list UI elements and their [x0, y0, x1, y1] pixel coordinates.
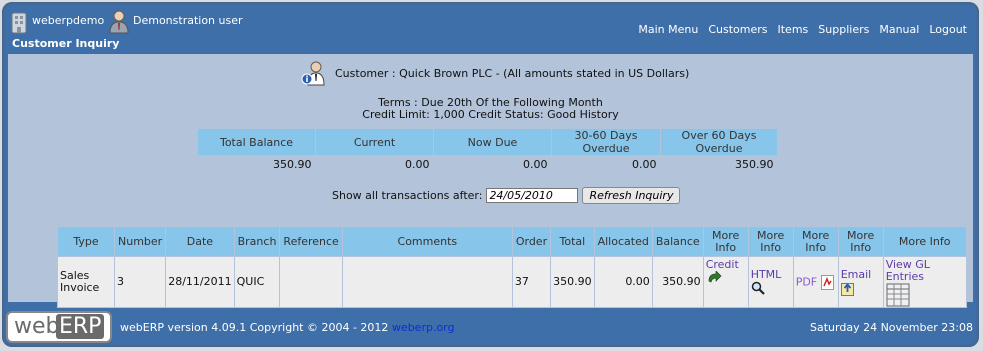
view-gl-entries-link[interactable]: View GL Entries	[886, 258, 930, 283]
col-header: Comments	[341, 226, 513, 257]
col-header: Allocated	[593, 226, 653, 257]
credit-link[interactable]: Credit	[706, 258, 739, 271]
main-content: Customer : Quick Brown PLC - (All amount…	[8, 54, 973, 308]
credit-arrow-icon	[708, 271, 722, 283]
nav-suppliers[interactable]: Suppliers	[818, 23, 869, 36]
cell-allocated: 0.00	[593, 256, 653, 308]
summary-header: Current	[315, 128, 434, 156]
col-header: Balance	[651, 226, 704, 257]
summary-value: 0.00	[632, 157, 657, 171]
email-icon	[840, 282, 854, 296]
current-datetime: Saturday 24 November 23:08	[810, 321, 973, 334]
cell-number: 3	[113, 256, 167, 308]
filter-label: Show all transactions after:	[332, 189, 483, 202]
nav-items[interactable]: Items	[778, 23, 809, 36]
col-header: More Info	[837, 226, 884, 257]
transactions-table: Type Number Date Branch Reference Commen…	[57, 226, 967, 308]
date-after-input[interactable]	[486, 188, 579, 203]
nav-manual[interactable]: Manual	[879, 23, 919, 36]
refresh-inquiry-button[interactable]: Refresh Inquiry	[582, 187, 681, 204]
col-header: More Info	[702, 226, 749, 257]
summary-value: 350.90	[735, 157, 774, 171]
email-link[interactable]: Email	[841, 268, 872, 281]
credit-link-cell[interactable]: Credit	[702, 256, 749, 308]
user-icon	[109, 10, 129, 34]
col-header: More Info	[747, 226, 794, 257]
customer-title: Customer : Quick Brown PLC - (All amount…	[335, 66, 690, 80]
footer: web ERP webERP version 4.09.1 Copyright …	[2, 303, 979, 347]
pdf-link[interactable]: PDF	[796, 275, 817, 288]
col-header: Total	[550, 226, 595, 257]
credit-text: Credit Limit: 1,000 Credit Status: Good …	[362, 108, 619, 121]
html-link-cell[interactable]: HTML	[747, 256, 794, 308]
cell-branch: QUIC	[233, 256, 281, 308]
col-header: More Info	[882, 226, 967, 257]
top-nav: Main Menu Customers Items Suppliers Manu…	[638, 23, 967, 36]
cell-order: 37	[511, 256, 552, 308]
cell-comments	[341, 256, 513, 308]
user-name: Demonstration user	[133, 14, 243, 27]
magnifier-icon	[751, 281, 765, 295]
weberp-site-link[interactable]: weberp.org	[392, 321, 455, 334]
cell-reference	[279, 256, 343, 308]
nav-customers[interactable]: Customers	[708, 23, 767, 36]
email-link-cell[interactable]: Email	[837, 256, 884, 308]
summary-header: Over 60 Days Overdue	[660, 128, 778, 156]
balance-summary-table: Total Balance Current Now Due 30-60 Days…	[197, 128, 778, 172]
weberp-logo: web ERP	[6, 311, 112, 343]
col-header: Type	[57, 226, 115, 257]
page-title: Customer Inquiry	[12, 37, 120, 50]
col-header: Branch	[233, 226, 281, 257]
cell-type: Sales Invoice	[57, 256, 115, 308]
summary-value: 350.90	[273, 157, 312, 171]
logo-text-erp: ERP	[56, 314, 105, 339]
col-header: Date	[165, 226, 235, 257]
html-link[interactable]: HTML	[751, 268, 782, 281]
cell-total: 350.90	[550, 256, 595, 308]
nav-logout[interactable]: Logout	[929, 23, 967, 36]
company-building-icon	[11, 12, 27, 34]
customer-info-icon	[301, 61, 325, 86]
summary-header: Total Balance	[197, 128, 316, 156]
summary-header: Now Due	[433, 128, 552, 156]
company-name: weberpdemo	[32, 14, 105, 27]
copyright-label: webERP version 4.09.1 Copyright © 2004 -…	[120, 321, 389, 334]
summary-value: 0.00	[523, 157, 548, 171]
customer-heading: Customer : Quick Brown PLC - (All amount…	[301, 60, 689, 86]
gl-link-cell[interactable]: View GL Entries	[882, 256, 967, 308]
logo-text-web: web	[14, 314, 60, 339]
col-header: Number	[113, 226, 167, 257]
cell-balance: 350.90	[651, 256, 704, 308]
pdf-icon	[820, 274, 834, 290]
col-header: More Info	[792, 226, 839, 257]
summary-header: 30-60 Days Overdue	[551, 128, 661, 156]
col-header: Reference	[279, 226, 343, 257]
date-filter: Show all transactions after: Refresh Inq…	[332, 187, 681, 204]
table-row: Sales Invoice 3 28/11/2011 QUIC 37 350.9…	[57, 256, 967, 308]
col-header: Order	[511, 226, 552, 257]
pdf-link-cell[interactable]: PDF	[792, 256, 839, 308]
summary-value: 0.00	[405, 157, 430, 171]
app-frame: weberpdemo Demonstration user Customer I…	[2, 2, 979, 347]
copyright-text: webERP version 4.09.1 Copyright © 2004 -…	[120, 321, 455, 334]
header: weberpdemo Demonstration user Customer I…	[2, 2, 979, 54]
nav-main-menu[interactable]: Main Menu	[638, 23, 698, 36]
cell-date: 28/11/2011	[165, 256, 235, 308]
